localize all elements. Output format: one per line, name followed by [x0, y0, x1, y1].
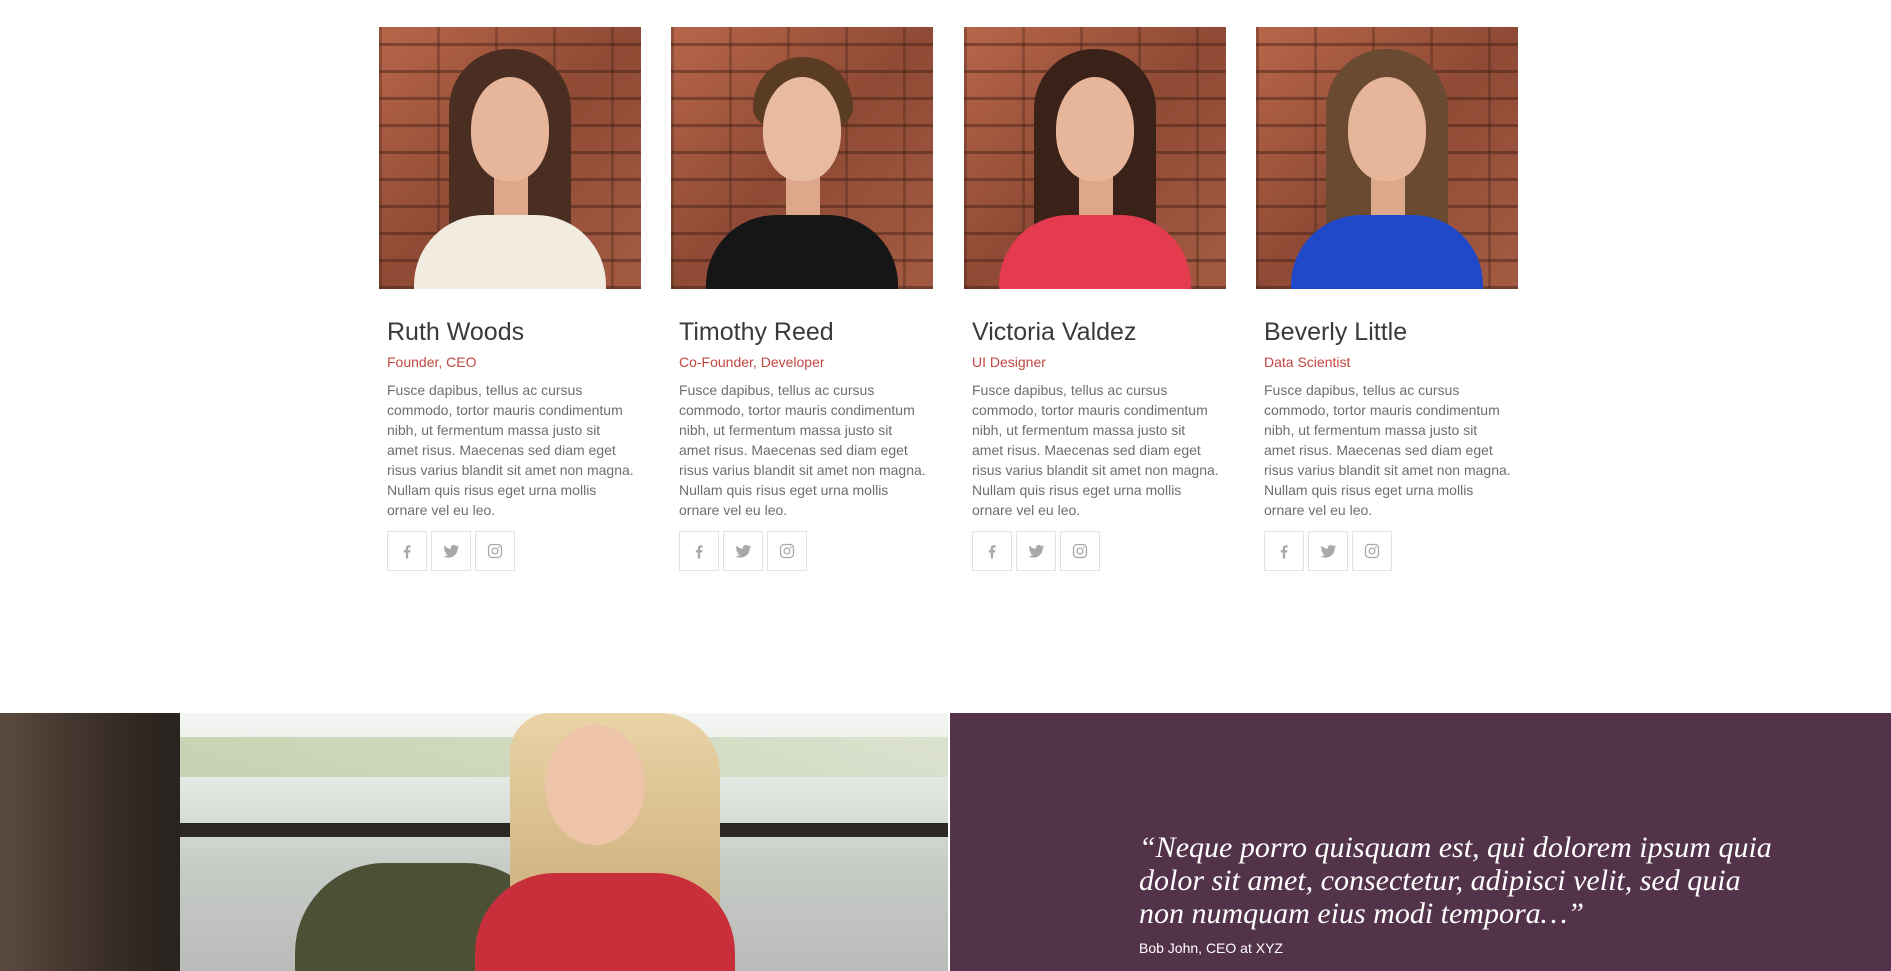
twitter-link[interactable] [1016, 531, 1056, 571]
social-links [972, 531, 1218, 571]
testimonial-section: “Neque porro quisquam est, qui dolorem i… [0, 713, 1891, 971]
instagram-icon [487, 543, 503, 559]
member-bio: Fusce dapibus, tellus ac cursus commodo,… [1264, 382, 1511, 518]
twitter-link[interactable] [1308, 531, 1348, 571]
member-photo [671, 27, 933, 289]
facebook-link[interactable] [387, 531, 427, 571]
team-member-card: Ruth Woods Founder, CEO Fusce dapibus, t… [379, 27, 641, 571]
member-photo [964, 27, 1226, 289]
member-name: Victoria Valdez [972, 318, 1137, 346]
member-photo [1256, 27, 1518, 289]
social-links [679, 531, 925, 571]
social-links [1264, 531, 1510, 571]
twitter-link[interactable] [723, 531, 763, 571]
member-role: UI Designer [972, 354, 1046, 370]
testimonial-quote: “Neque porro quisquam est, qui dolorem i… [1139, 831, 1772, 930]
team-member-card: Victoria Valdez UI Designer Fusce dapibu… [964, 27, 1226, 571]
team-member-card: Beverly Little Data Scientist Fusce dapi… [1256, 27, 1518, 571]
instagram-link[interactable] [1352, 531, 1392, 571]
member-name: Timothy Reed [679, 318, 834, 346]
member-name: Beverly Little [1264, 318, 1408, 346]
facebook-icon [403, 545, 411, 559]
social-links [387, 531, 633, 571]
twitter-icon [1320, 544, 1337, 558]
testimonial-author: Bob John, CEO at XYZ [1139, 940, 1283, 956]
facebook-link[interactable] [1264, 531, 1304, 571]
instagram-icon [1072, 543, 1088, 559]
facebook-link[interactable] [972, 531, 1012, 571]
member-bio: Fusce dapibus, tellus ac cursus commodo,… [972, 382, 1219, 518]
member-role: Founder, CEO [387, 354, 477, 370]
member-bio: Fusce dapibus, tellus ac cursus commodo,… [387, 382, 634, 518]
facebook-icon [695, 545, 703, 559]
twitter-icon [1028, 544, 1045, 558]
facebook-link[interactable] [679, 531, 719, 571]
member-role: Co-Founder, Developer [679, 354, 825, 370]
instagram-link[interactable] [1060, 531, 1100, 571]
instagram-link[interactable] [475, 531, 515, 571]
member-name: Ruth Woods [387, 318, 525, 346]
member-photo [379, 27, 641, 289]
testimonial-photo [0, 713, 948, 971]
instagram-link[interactable] [767, 531, 807, 571]
team-member-card: Timothy Reed Co-Founder, Developer Fusce… [671, 27, 933, 571]
instagram-icon [779, 543, 795, 559]
member-role: Data Scientist [1264, 354, 1351, 370]
facebook-icon [1280, 545, 1288, 559]
member-bio: Fusce dapibus, tellus ac cursus commodo,… [679, 382, 926, 518]
facebook-icon [988, 545, 996, 559]
testimonial-panel: “Neque porro quisquam est, qui dolorem i… [950, 713, 1891, 971]
twitter-icon [443, 544, 460, 558]
twitter-link[interactable] [431, 531, 471, 571]
team-section: Ruth Woods Founder, CEO Fusce dapibus, t… [379, 27, 1519, 587]
instagram-icon [1364, 543, 1380, 559]
twitter-icon [735, 544, 752, 558]
